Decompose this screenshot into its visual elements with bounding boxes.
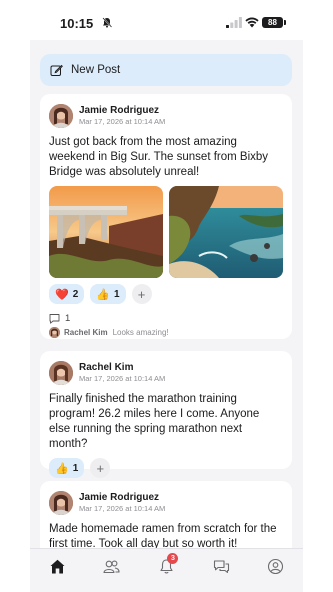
- tab-profile[interactable]: [261, 555, 291, 579]
- post-photo-bridge[interactable]: [49, 186, 163, 278]
- post-card: Jamie Rodriguez Mar 17, 2026 at 10:14 AM…: [40, 481, 292, 548]
- friends-icon: [103, 560, 120, 574]
- comment-count: 1: [65, 313, 71, 324]
- comment-preview: Rachel Kim Looks amazing!: [49, 327, 283, 338]
- tab-friends[interactable]: [97, 555, 127, 579]
- status-time: 10:15: [60, 16, 94, 31]
- comment-icon: [49, 314, 60, 324]
- avatar[interactable]: [49, 491, 73, 515]
- signal-icon: [226, 17, 242, 28]
- new-post-label: New Post: [71, 64, 121, 76]
- edit-icon: [50, 64, 63, 76]
- post-text: Finally finished the marathon training p…: [49, 393, 260, 450]
- feed[interactable]: New Post Jamie Rodriguez Mar 17, 2026 at…: [30, 40, 303, 548]
- comment-avatar: [49, 327, 60, 338]
- add-reaction-button[interactable]: +: [90, 458, 111, 478]
- reaction-bar: 👍 1 +: [49, 458, 283, 478]
- status-bar: 10:15 88: [30, 0, 303, 40]
- heart-emoji: ❤️: [55, 287, 69, 301]
- post-card: Rachel Kim Mar 17, 2026 at 10:14 AM Fina…: [40, 351, 292, 478]
- post-date: Mar 17, 2026 at 10:14 AM: [79, 504, 166, 513]
- phone-screen: 10:15 88 New Post Jamie Rodriguez Mar 17…: [30, 0, 303, 592]
- thumbs-up-emoji: 👍: [96, 287, 110, 301]
- post-author[interactable]: Jamie Rodriguez: [79, 105, 165, 117]
- reaction-count: 1: [113, 288, 120, 300]
- reaction-count: 1: [72, 462, 79, 474]
- post-author[interactable]: Rachel Kim: [79, 362, 165, 374]
- add-reaction-button[interactable]: +: [131, 284, 152, 304]
- messages-icon: [213, 560, 229, 574]
- home-icon: [50, 559, 65, 574]
- bell-off-icon: [102, 17, 112, 28]
- tab-bar: 3: [30, 548, 303, 592]
- comments-button[interactable]: 1: [49, 313, 283, 324]
- reaction-bar: ❤️ 2 👍 1 +: [49, 284, 283, 304]
- comment-text: Looks amazing!: [112, 328, 169, 337]
- post-header: Jamie Rodriguez Mar 17, 2026 at 10:14 AM: [49, 103, 283, 129]
- reaction-heart[interactable]: ❤️ 2: [49, 284, 85, 304]
- reaction-thumbs-up[interactable]: 👍 1: [90, 284, 126, 304]
- post-text: Made homemade ramen from scratch for the…: [49, 523, 277, 548]
- post-author[interactable]: Jamie Rodriguez: [79, 492, 165, 504]
- plus-icon: +: [96, 460, 105, 476]
- post-header: Jamie Rodriguez Mar 17, 2026 at 10:14 AM: [49, 490, 283, 516]
- post-images: [49, 186, 283, 278]
- tab-messages[interactable]: [206, 555, 236, 579]
- wifi-icon: [245, 17, 259, 28]
- plus-icon: +: [137, 286, 146, 302]
- new-post-button[interactable]: New Post: [40, 54, 292, 86]
- post-date: Mar 17, 2026 at 10:14 AM: [79, 374, 166, 383]
- reaction-count: 2: [72, 288, 79, 300]
- thumbs-up-emoji: 👍: [55, 461, 69, 475]
- profile-icon: [268, 558, 284, 575]
- post-text: Just got back from the most amazing week…: [49, 136, 269, 178]
- comment-author: Rachel Kim: [64, 328, 108, 337]
- post-date: Mar 17, 2026 at 10:14 AM: [79, 117, 166, 126]
- post-card: Jamie Rodriguez Mar 17, 2026 at 10:14 AM…: [40, 94, 292, 339]
- reaction-thumbs-up[interactable]: 👍 1: [49, 458, 85, 478]
- avatar[interactable]: [49, 361, 73, 385]
- post-photo-coast[interactable]: [169, 186, 283, 278]
- notification-badge: 3: [167, 552, 179, 564]
- avatar[interactable]: [49, 104, 73, 128]
- tab-notifications[interactable]: 3: [151, 552, 181, 579]
- battery-icon: 88: [262, 17, 286, 28]
- post-header: Rachel Kim Mar 17, 2026 at 10:14 AM: [49, 360, 283, 386]
- tab-home[interactable]: [42, 555, 72, 579]
